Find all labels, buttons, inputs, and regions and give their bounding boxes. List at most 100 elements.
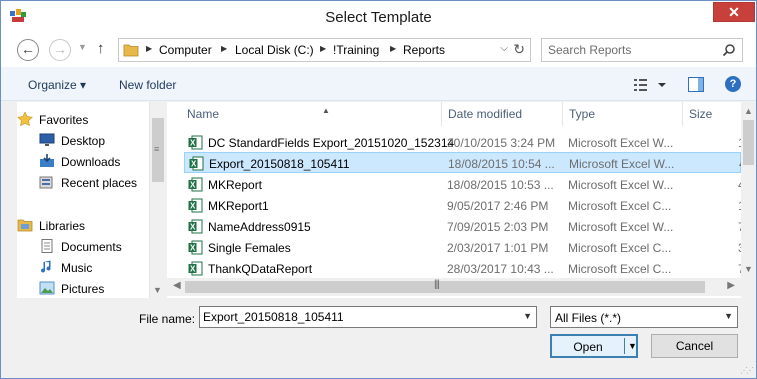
excel-csv-file-icon: X bbox=[188, 198, 203, 213]
sidebar-item-downloads[interactable]: Downloads bbox=[39, 152, 165, 172]
file-name: DC StandardFields Export_20151020_152314 bbox=[208, 136, 455, 150]
file-row[interactable]: X DC StandardFields Export_20151020_1523… bbox=[184, 132, 741, 153]
sidebar-item-favorites[interactable]: Favorites bbox=[17, 110, 149, 130]
file-name-input[interactable] bbox=[203, 309, 513, 325]
scroll-left-arrow-icon[interactable]: ◀ bbox=[173, 280, 181, 291]
column-header-label: Type bbox=[569, 107, 596, 121]
scrollbar-grip-icon: ≡ bbox=[154, 144, 160, 154]
breadcrumb-separator-icon[interactable]: ▶ bbox=[390, 44, 396, 53]
search-icon[interactable] bbox=[722, 43, 736, 57]
sidebar-item-label: Libraries bbox=[39, 219, 86, 233]
file-date: 20/10/2015 3:24 PM bbox=[447, 136, 556, 150]
file-row[interactable]: X MKReport1 9/05/2017 2:46 PM Microsoft … bbox=[184, 195, 741, 216]
change-view-icon[interactable] bbox=[633, 77, 669, 93]
window-title: Select Template bbox=[325, 9, 432, 26]
sidebar-item-label: Documents bbox=[61, 240, 122, 254]
file-name: ThankQDataReport bbox=[208, 262, 313, 276]
refresh-icon[interactable]: ↻ bbox=[513, 41, 525, 58]
scrollbar-grip-icon: ||| bbox=[434, 279, 440, 290]
dialog-footer: File name: ▼ All Files (*.*) ▼ Open ▼ Ca… bbox=[1, 298, 756, 378]
file-name: MKReport1 bbox=[208, 199, 269, 213]
file-name-combobox[interactable]: ▼ bbox=[199, 306, 537, 328]
sidebar-item-label: Music bbox=[61, 261, 93, 275]
excel-csv-file-icon: X bbox=[188, 240, 203, 255]
recent-locations-dropdown-icon[interactable]: ▼ bbox=[78, 42, 87, 52]
column-header-name[interactable]: Name ▲ bbox=[181, 102, 442, 126]
svg-text:X: X bbox=[191, 160, 197, 169]
address-history-dropdown-icon[interactable]: ⌵ bbox=[500, 43, 508, 54]
column-header-label: Size bbox=[689, 107, 713, 121]
file-name: Export_20150818_105411 bbox=[209, 157, 350, 171]
scroll-down-arrow-icon[interactable]: ▼ bbox=[153, 285, 162, 295]
excel-file-icon: X bbox=[188, 135, 203, 150]
file-list-horizontal-scrollbar[interactable]: ◀ ||| ▶ bbox=[167, 278, 741, 296]
file-row[interactable]: X NameAddress0915 7/09/2015 2:03 PM Micr… bbox=[184, 216, 741, 237]
file-type-filter-value: All Files (*.*) bbox=[555, 311, 622, 325]
organize-menu-button[interactable]: Organize ▾ bbox=[28, 78, 86, 92]
scrollbar-thumb[interactable] bbox=[185, 281, 705, 293]
open-button-label: Open bbox=[573, 340, 603, 354]
pictures-icon bbox=[39, 281, 55, 295]
scroll-down-arrow-icon[interactable]: ▼ bbox=[744, 264, 753, 274]
music-icon bbox=[41, 260, 51, 273]
file-name: NameAddress0915 bbox=[208, 220, 311, 234]
new-folder-button[interactable]: New folder bbox=[119, 78, 176, 92]
navigation-pane: Favorites Desktop Downloads Recent place… bbox=[17, 102, 165, 298]
downloads-icon bbox=[40, 154, 54, 167]
sidebar-item-label: Desktop bbox=[61, 134, 106, 148]
back-button[interactable]: ← bbox=[17, 39, 39, 61]
open-options-dropdown-icon[interactable]: ▼ bbox=[628, 341, 637, 351]
scroll-up-arrow-icon[interactable]: ▲ bbox=[744, 106, 753, 116]
column-header-type[interactable]: Type bbox=[563, 102, 683, 126]
preview-pane-icon[interactable] bbox=[688, 77, 704, 92]
file-list-vertical-scrollbar[interactable]: ▲ ▼ bbox=[741, 102, 756, 277]
file-type: Microsoft Excel C... bbox=[568, 241, 672, 255]
breadcrumb-training[interactable]: !Training bbox=[333, 43, 379, 57]
sidebar-item-pictures[interactable]: Pictures bbox=[39, 279, 165, 298]
sidebar-item-music[interactable]: Music bbox=[39, 258, 165, 278]
address-bar[interactable]: ▶ Computer ▶ Local Disk (C:) ▶ !Training… bbox=[118, 38, 531, 62]
close-button[interactable]: ✕ bbox=[713, 2, 755, 22]
file-type-filter-select[interactable]: All Files (*.*) ▼ bbox=[550, 306, 738, 328]
column-header-date-modified[interactable]: Date modified bbox=[442, 102, 563, 126]
split-divider bbox=[624, 338, 625, 354]
file-type: Microsoft Excel W... bbox=[569, 157, 675, 171]
file-row[interactable]: X ThankQDataReport 28/03/2017 10:43 ... … bbox=[184, 258, 741, 279]
cancel-button[interactable]: Cancel bbox=[651, 334, 738, 358]
file-row[interactable]: X Single Females 2/03/2017 1:01 PM Micro… bbox=[184, 237, 741, 258]
breadcrumb-separator-icon[interactable]: ▶ bbox=[221, 44, 227, 53]
svg-text:X: X bbox=[190, 202, 196, 211]
resize-grip-icon[interactable]: ⋰⋰ bbox=[740, 366, 754, 375]
star-icon bbox=[17, 112, 33, 126]
sidebar-item-label: Favorites bbox=[39, 113, 89, 127]
up-level-button[interactable]: ↑ bbox=[97, 40, 105, 57]
column-header-size[interactable]: Size bbox=[683, 102, 741, 126]
excel-csv-file-icon: X bbox=[188, 261, 203, 276]
sidebar-item-documents[interactable]: Documents bbox=[39, 237, 165, 257]
svg-text:X: X bbox=[190, 181, 196, 190]
chevron-down-icon[interactable]: ▼ bbox=[523, 311, 532, 321]
svg-text:X: X bbox=[190, 223, 196, 232]
breadcrumb-separator-icon[interactable]: ▶ bbox=[146, 44, 152, 53]
scrollbar-thumb[interactable] bbox=[743, 120, 754, 165]
help-icon[interactable]: ? bbox=[725, 76, 741, 92]
breadcrumb-reports[interactable]: Reports bbox=[403, 43, 445, 57]
breadcrumb-separator-icon[interactable]: ▶ bbox=[320, 44, 326, 53]
sidebar-item-recent-places[interactable]: Recent places bbox=[39, 173, 165, 193]
search-box[interactable] bbox=[541, 38, 743, 62]
scroll-right-arrow-icon[interactable]: ▶ bbox=[727, 280, 735, 291]
search-input[interactable] bbox=[548, 42, 713, 58]
breadcrumb-local-disk[interactable]: Local Disk (C:) bbox=[235, 43, 314, 57]
excel-file-icon: X bbox=[188, 219, 203, 234]
forward-button[interactable]: → bbox=[49, 39, 71, 61]
open-button[interactable]: Open ▼ bbox=[550, 334, 638, 358]
sidebar-item-libraries[interactable]: Libraries bbox=[17, 216, 149, 236]
file-row[interactable]: X MKReport 18/08/2015 10:53 ... Microsof… bbox=[184, 174, 741, 195]
chevron-down-icon[interactable]: ▼ bbox=[724, 311, 733, 321]
breadcrumb-computer[interactable]: Computer bbox=[159, 43, 212, 57]
file-row-selected[interactable]: X Export_20150818_105411 18/08/2015 10:5… bbox=[184, 152, 741, 173]
sidebar-item-desktop[interactable]: Desktop bbox=[39, 131, 165, 151]
sort-ascending-icon: ▲ bbox=[322, 106, 330, 115]
navigation-pane-scrollbar[interactable]: ≡ ▼ bbox=[149, 102, 166, 298]
column-header-label: Name bbox=[187, 107, 220, 121]
